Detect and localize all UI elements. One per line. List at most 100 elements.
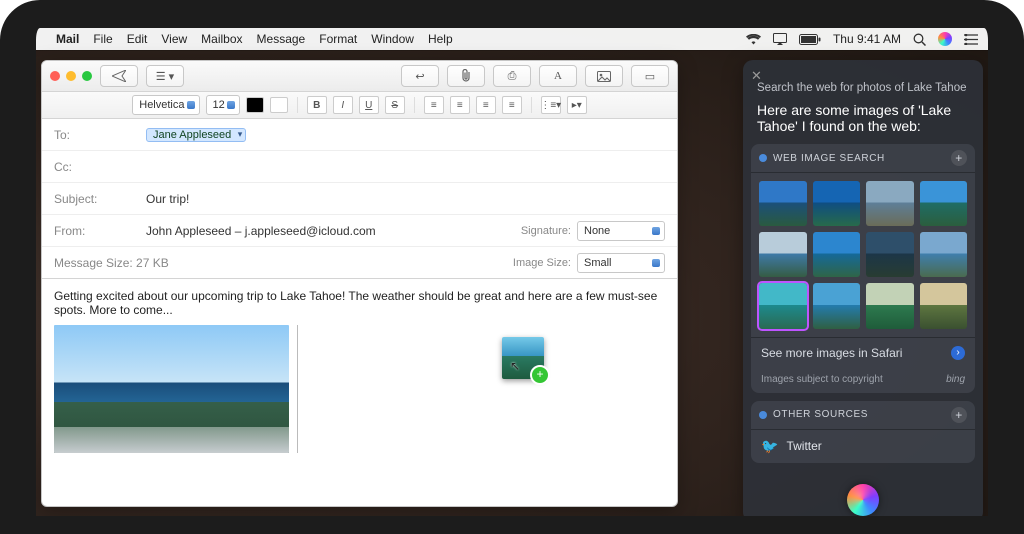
- chevron-right-icon: ›: [951, 346, 965, 360]
- close-icon[interactable]: ✕: [751, 68, 762, 84]
- font-size-select[interactable]: 12: [206, 95, 240, 115]
- menubar-clock[interactable]: Thu 9:41 AM: [833, 32, 901, 46]
- cc-field-row[interactable]: Cc:: [42, 150, 677, 182]
- from-label: From:: [54, 224, 146, 238]
- menubar-right: Thu 9:41 AM: [746, 32, 978, 46]
- align-center-button[interactable]: ≡: [450, 96, 470, 114]
- include-original-button[interactable]: ⎙: [493, 65, 531, 87]
- copy-plus-badge: +: [530, 365, 550, 385]
- background-color-picker[interactable]: [270, 97, 288, 113]
- indent-button[interactable]: ▸▾: [567, 96, 587, 114]
- image-result-thumbnail[interactable]: [920, 283, 968, 328]
- menu-format[interactable]: Format: [319, 32, 357, 46]
- menu-mailbox[interactable]: Mailbox: [201, 32, 242, 46]
- header-fields-button[interactable]: ☰ ▾: [146, 65, 184, 87]
- align-right-button[interactable]: ≡: [476, 96, 496, 114]
- pin-result-button[interactable]: +: [951, 407, 967, 423]
- list-button[interactable]: ⋮≡▾: [541, 96, 561, 114]
- image-result-thumbnail[interactable]: [813, 181, 861, 226]
- menu-view[interactable]: View: [161, 32, 187, 46]
- menu-window[interactable]: Window: [371, 32, 414, 46]
- minimize-button[interactable]: [66, 71, 76, 81]
- pin-result-button[interactable]: +: [951, 150, 967, 166]
- image-size-label: Image Size:: [513, 257, 571, 269]
- twitter-icon: 🐦: [761, 438, 778, 455]
- menubar-menus: Mail File Edit View Mailbox Message Form…: [56, 32, 453, 46]
- image-result-thumbnail[interactable]: [920, 181, 968, 226]
- underline-button[interactable]: U: [359, 96, 379, 114]
- italic-button[interactable]: I: [333, 96, 353, 114]
- menu-help[interactable]: Help: [428, 32, 453, 46]
- message-body[interactable]: Getting excited about our upcoming trip …: [42, 279, 677, 506]
- mail-compose-window: ☰ ▾ ↩ ⎙ A ▭ Helvetica 12 B I U S ≡ ≡: [41, 60, 678, 507]
- to-field-row[interactable]: To: Jane Appleseed: [42, 119, 677, 150]
- to-recipient-token[interactable]: Jane Appleseed: [146, 128, 246, 142]
- bold-button[interactable]: B: [307, 96, 327, 114]
- dragged-image-thumbnail[interactable]: ↖ +: [502, 337, 544, 379]
- signature-select[interactable]: None: [577, 221, 665, 241]
- copyright-row: Images subject to copyright bing: [751, 368, 975, 393]
- menu-message[interactable]: Message: [257, 32, 306, 46]
- image-result-thumbnail[interactable]: [813, 283, 861, 328]
- align-justify-button[interactable]: ≡: [502, 96, 522, 114]
- provider-label: bing: [946, 374, 965, 385]
- other-sources-section: OTHER SOURCES + 🐦 Twitter: [751, 401, 975, 463]
- see-more-row[interactable]: See more images in Safari ›: [751, 337, 975, 368]
- markup-button[interactable]: ▭: [631, 65, 669, 87]
- image-result-thumbnail[interactable]: [759, 181, 807, 226]
- attachment-area: [54, 325, 665, 453]
- wifi-icon[interactable]: [746, 34, 761, 45]
- desktop: Mail File Edit View Mailbox Message Form…: [36, 28, 988, 516]
- attached-image[interactable]: [54, 325, 289, 453]
- image-result-thumbnail[interactable]: [759, 232, 807, 277]
- section-header: WEB IMAGE SEARCH +: [751, 144, 975, 173]
- copyright-text: Images subject to copyright: [761, 374, 883, 385]
- menubar: Mail File Edit View Mailbox Message Form…: [36, 28, 988, 50]
- siri-icon[interactable]: [938, 32, 952, 46]
- siri-orb-icon[interactable]: [847, 484, 879, 516]
- other-section-title: OTHER SOURCES: [773, 409, 868, 420]
- image-result-thumbnail[interactable]: [920, 232, 968, 277]
- airplay-icon[interactable]: [773, 33, 787, 45]
- font-family-select[interactable]: Helvetica: [132, 95, 199, 115]
- attach-button[interactable]: [447, 65, 485, 87]
- image-size-select[interactable]: Small: [577, 253, 665, 273]
- spotlight-icon[interactable]: [913, 33, 926, 46]
- web-image-section: WEB IMAGE SEARCH + See more images in Sa…: [751, 144, 975, 393]
- see-more-label: See more images in Safari: [761, 346, 902, 360]
- header-fields: To: Jane Appleseed Cc: Subject: Our trip…: [42, 119, 677, 279]
- format-button[interactable]: A: [539, 65, 577, 87]
- align-left-button[interactable]: ≡: [424, 96, 444, 114]
- message-size-row: Message Size: 27 KB Image Size: Small: [42, 246, 677, 278]
- photo-browser-button[interactable]: [585, 65, 623, 87]
- send-button[interactable]: [100, 65, 138, 87]
- text-color-picker[interactable]: [246, 97, 264, 113]
- to-label: To:: [54, 128, 146, 142]
- image-result-thumbnail[interactable]: [866, 283, 914, 328]
- image-grid: [751, 173, 975, 337]
- from-field-row: From: John Appleseed – j.appleseed@iclou…: [42, 214, 677, 246]
- other-section-header: OTHER SOURCES +: [751, 401, 975, 430]
- other-source-row[interactable]: 🐦 Twitter: [751, 430, 975, 463]
- image-result-thumbnail[interactable]: [813, 232, 861, 277]
- image-result-thumbnail[interactable]: [866, 181, 914, 226]
- image-result-thumbnail[interactable]: [866, 232, 914, 277]
- subject-label: Subject:: [54, 192, 146, 206]
- menu-file[interactable]: File: [93, 32, 112, 46]
- strikethrough-button[interactable]: S: [385, 96, 405, 114]
- image-result-thumbnail[interactable]: [759, 283, 807, 328]
- siri-heading: Here are some images of 'Lake Tahoe' I f…: [743, 98, 983, 144]
- body-text: Getting excited about our upcoming trip …: [54, 289, 665, 317]
- section-indicator-icon: [759, 411, 767, 419]
- close-button[interactable]: [50, 71, 60, 81]
- subject-field-row[interactable]: Subject: Our trip!: [42, 182, 677, 214]
- menu-mail[interactable]: Mail: [56, 32, 79, 46]
- battery-icon[interactable]: [799, 34, 821, 45]
- zoom-button[interactable]: [82, 71, 92, 81]
- menu-edit[interactable]: Edit: [127, 32, 148, 46]
- notification-center-icon[interactable]: [964, 34, 978, 45]
- reply-button[interactable]: ↩: [401, 65, 439, 87]
- siri-query-text: Search the web for photos of Lake Tahoe: [743, 60, 983, 98]
- mail-titlebar: ☰ ▾ ↩ ⎙ A ▭: [42, 61, 677, 92]
- from-value[interactable]: John Appleseed – j.appleseed@icloud.com: [146, 224, 376, 238]
